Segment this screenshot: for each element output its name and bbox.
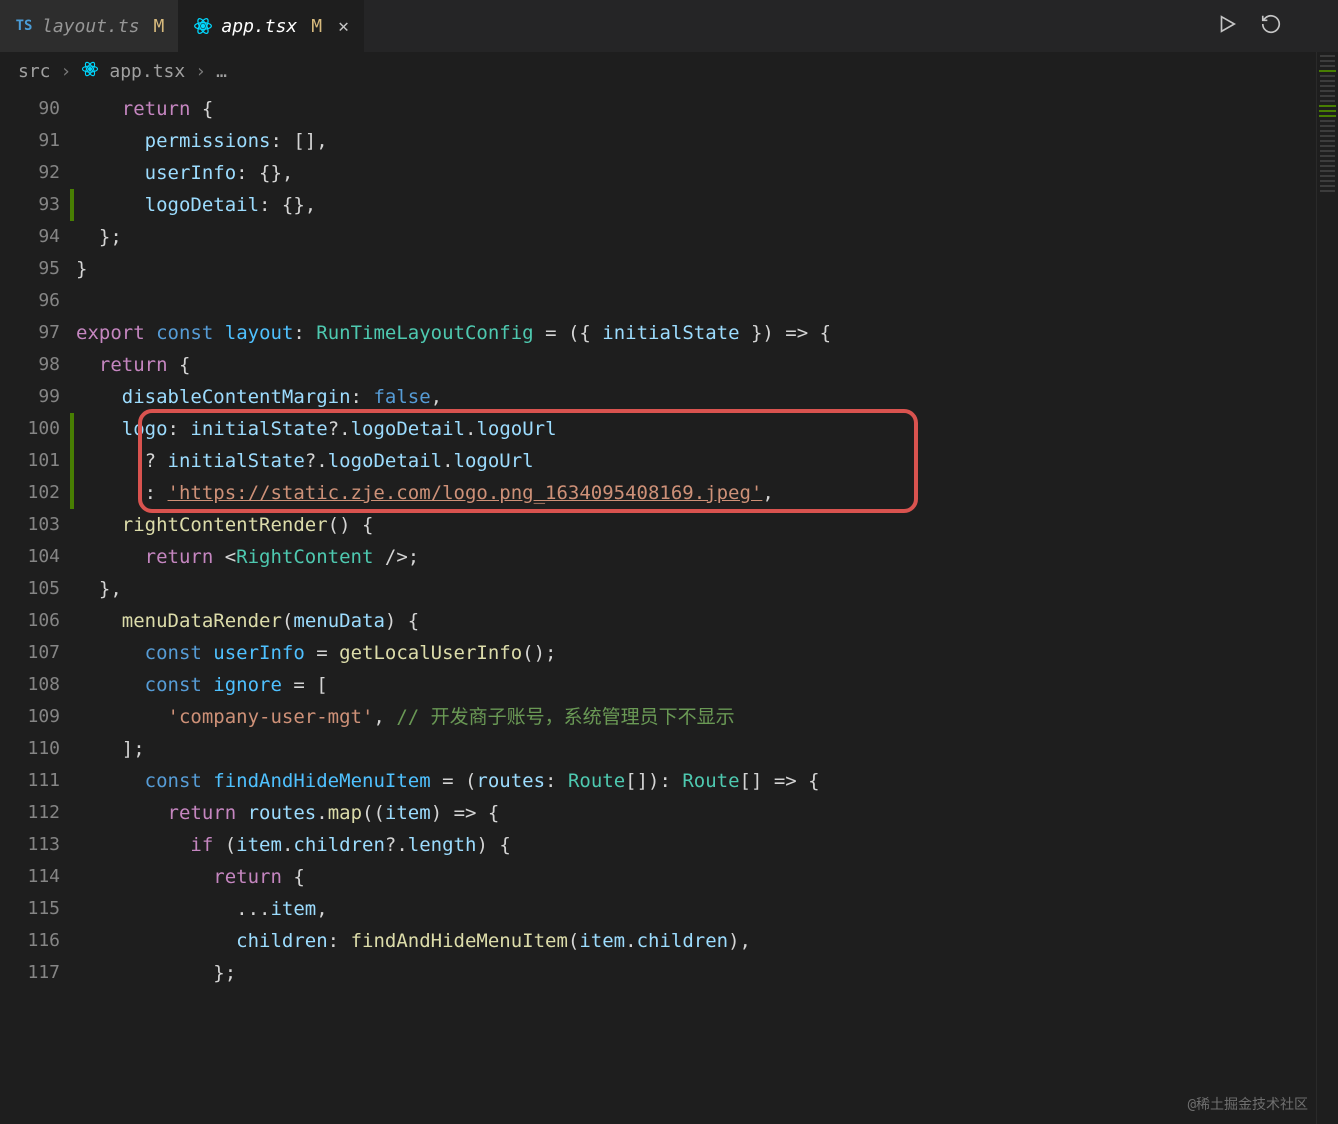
run-icon[interactable] bbox=[1216, 13, 1238, 40]
typescript-icon: TS bbox=[14, 16, 34, 36]
breadcrumb-part[interactable]: app.tsx bbox=[109, 61, 185, 82]
chevron-right-icon: › bbox=[195, 61, 206, 82]
tab-file-name: layout.ts bbox=[42, 16, 140, 37]
code-editor[interactable]: 9091929394959697989910010110210310410510… bbox=[0, 93, 1338, 1107]
editor-tabs: TS layout.ts M app.tsx M ✕ bbox=[0, 0, 1338, 52]
breadcrumb-more[interactable]: … bbox=[216, 61, 227, 82]
tab-app-tsx[interactable]: app.tsx M ✕ bbox=[179, 0, 364, 52]
reload-icon[interactable] bbox=[1260, 13, 1282, 40]
tab-layout-ts[interactable]: TS layout.ts M bbox=[0, 0, 179, 52]
tab-file-name: app.tsx bbox=[221, 16, 297, 37]
line-number-gutter: 9091929394959697989910010110210310410510… bbox=[0, 93, 70, 1107]
code-area[interactable]: return { permissions: [], userInfo: {}, … bbox=[76, 93, 1338, 1107]
tab-modified-badge: M bbox=[311, 16, 322, 37]
breadcrumb: src › app.tsx › … bbox=[0, 52, 1338, 93]
react-icon bbox=[193, 16, 213, 36]
watermark: @稀土掘金技术社区 bbox=[1188, 1094, 1308, 1114]
close-icon[interactable]: ✕ bbox=[338, 16, 349, 37]
breadcrumb-part[interactable]: src bbox=[18, 61, 51, 82]
tab-modified-badge: M bbox=[154, 16, 165, 37]
react-icon bbox=[81, 60, 99, 83]
chevron-right-icon: › bbox=[61, 61, 72, 82]
minimap[interactable] bbox=[1316, 52, 1338, 1124]
